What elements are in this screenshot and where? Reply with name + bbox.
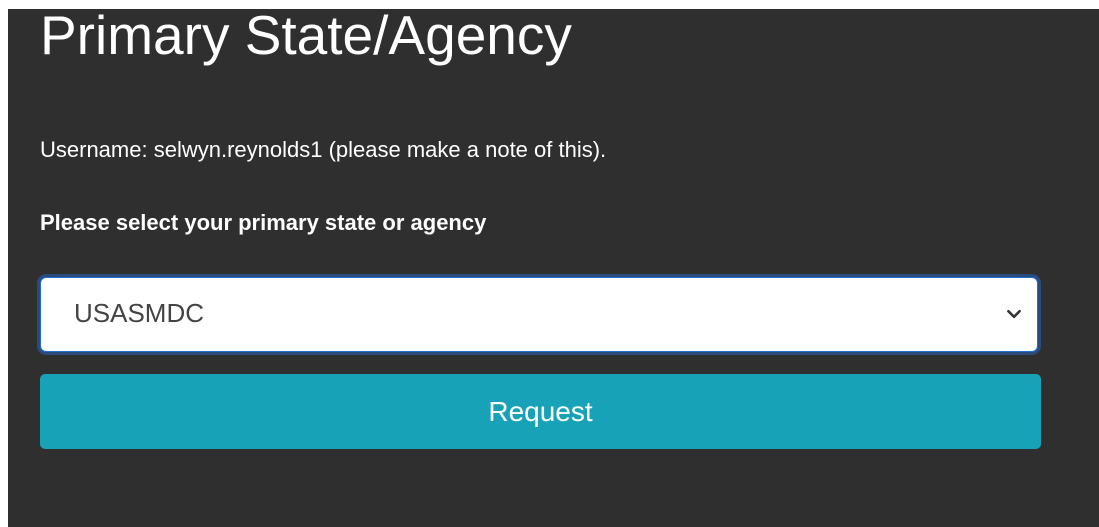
content-panel: Primary State/Agency Username: selwyn.re… <box>8 5 1099 527</box>
page: Primary State/Agency Username: selwyn.re… <box>0 0 1099 527</box>
request-button[interactable]: Request <box>40 374 1041 449</box>
agency-select-label: Please select your primary state or agen… <box>40 210 487 235</box>
agency-select-value: USASMDC <box>74 298 205 328</box>
username-notice: Username: selwyn.reynolds1 (please make … <box>40 137 607 162</box>
chevron-down-icon <box>1007 309 1021 319</box>
page-title: Primary State/Agency <box>40 4 572 66</box>
agency-select[interactable]: USASMDC <box>40 277 1038 352</box>
